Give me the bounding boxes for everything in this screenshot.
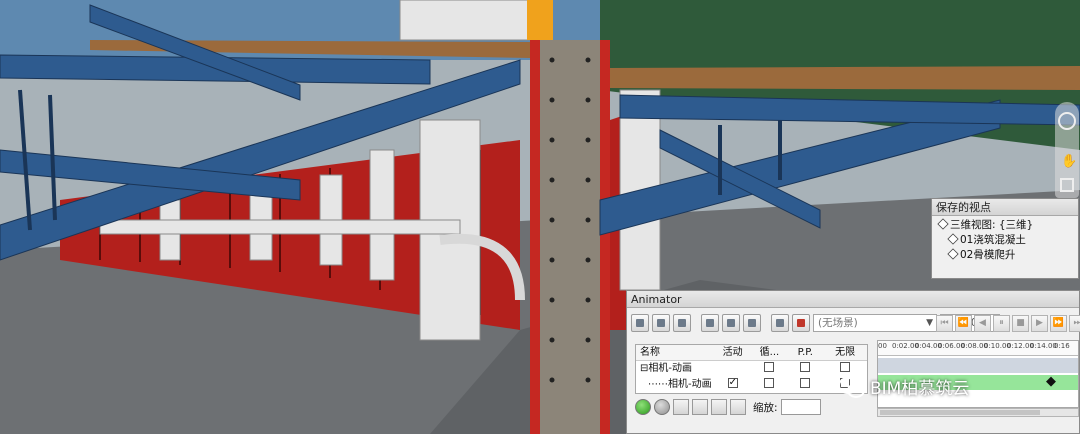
- table-row[interactable]: ⊟相机-动画: [636, 361, 867, 377]
- viewpoint-icon: [947, 248, 959, 260]
- viewpoint-icon: [947, 233, 959, 245]
- color-icon[interactable]: [771, 314, 789, 332]
- add-icon[interactable]: [635, 399, 651, 415]
- animator-bottom-tools: 缩放:: [635, 399, 821, 415]
- navigation-bar[interactable]: ✋: [1055, 102, 1079, 198]
- saved-views-panel: 保存的视点 三维视图: {三维} 01浇筑混凝土 02骨模爬升: [931, 198, 1079, 279]
- table-row[interactable]: ⋯⋯相机-动画: [636, 375, 867, 393]
- scene-select[interactable]: (无场景) ▼: [813, 314, 937, 332]
- grid-header: 名称 活动 循... P.P. 无限: [636, 345, 867, 361]
- play-reverse-icon[interactable]: ◀: [974, 315, 991, 332]
- saved-view-item[interactable]: 02骨模爬升: [938, 248, 1078, 263]
- stop-icon[interactable]: ■: [1012, 315, 1029, 332]
- active-checkbox[interactable]: [727, 375, 738, 391]
- zoom-label: 缩放:: [753, 401, 778, 414]
- timeline-scrollbar[interactable]: [877, 408, 1079, 417]
- play-icon[interactable]: ▶: [1031, 315, 1048, 332]
- animator-panel: Animator (无场景)▼ 0:00.00 ⏮ ⏪ ◀ ⏸ ■ ▶ ⏩ ⏭ …: [626, 290, 1080, 434]
- add-scene-icon[interactable]: [631, 314, 649, 332]
- step-forward-icon[interactable]: ⏩: [1050, 315, 1067, 332]
- pp-checkbox[interactable]: [800, 378, 811, 388]
- pp-checkbox[interactable]: [800, 362, 811, 372]
- chevron-down-icon: ▼: [926, 318, 933, 328]
- zoom-out-icon[interactable]: [730, 399, 746, 415]
- capture-keyframe-icon[interactable]: [792, 314, 810, 332]
- zoom-input[interactable]: [780, 399, 821, 415]
- saved-view-item[interactable]: 三维视图: {三维}: [937, 218, 1078, 233]
- fast-forward-icon[interactable]: ⏭: [1069, 315, 1080, 332]
- loop-checkbox[interactable]: [764, 378, 775, 388]
- timeline-track[interactable]: [878, 358, 1078, 373]
- loop-checkbox[interactable]: [764, 362, 775, 372]
- move-down-icon[interactable]: [692, 399, 708, 415]
- time-ruler: 00 0:02.00 0:04.00 0:06.00 0:08.00 0:10.…: [878, 341, 1078, 356]
- remove-icon[interactable]: [654, 399, 670, 415]
- watermark: BIM柏慕筑云: [838, 372, 969, 400]
- animator-title: Animator: [627, 291, 1079, 308]
- pan-hand-icon[interactable]: ✋: [1061, 154, 1077, 169]
- add-camera-icon[interactable]: [652, 314, 670, 332]
- animation-tree-grid: 名称 活动 循... P.P. 无限 ⊟相机-动画 ⋯⋯相机-动画: [635, 344, 868, 394]
- rewind-icon[interactable]: ⏮: [936, 315, 953, 332]
- saved-views-title: 保存的视点: [932, 199, 1078, 216]
- steering-wheel-icon[interactable]: [1058, 112, 1076, 130]
- infinite-checkbox[interactable]: [840, 362, 851, 372]
- pause-icon[interactable]: ⏸: [993, 315, 1010, 332]
- step-back-icon[interactable]: ⏪: [955, 315, 972, 332]
- view-cube-icon[interactable]: [1060, 178, 1074, 192]
- rotate-icon[interactable]: [722, 314, 740, 332]
- chat-bubble-icon: [838, 375, 865, 398]
- move-up-icon[interactable]: [673, 399, 689, 415]
- scale-icon[interactable]: [743, 314, 761, 332]
- zoom-in-icon[interactable]: [711, 399, 727, 415]
- camera-view-icon: [937, 218, 949, 230]
- playback-controls: ⏮ ⏪ ◀ ⏸ ■ ▶ ⏩ ⏭: [936, 315, 1080, 332]
- translate-icon[interactable]: [701, 314, 719, 332]
- saved-view-item[interactable]: 01浇筑混凝土: [938, 233, 1078, 248]
- add-animation-set-icon[interactable]: [673, 314, 691, 332]
- keyframe-marker[interactable]: ◆: [1046, 374, 1056, 389]
